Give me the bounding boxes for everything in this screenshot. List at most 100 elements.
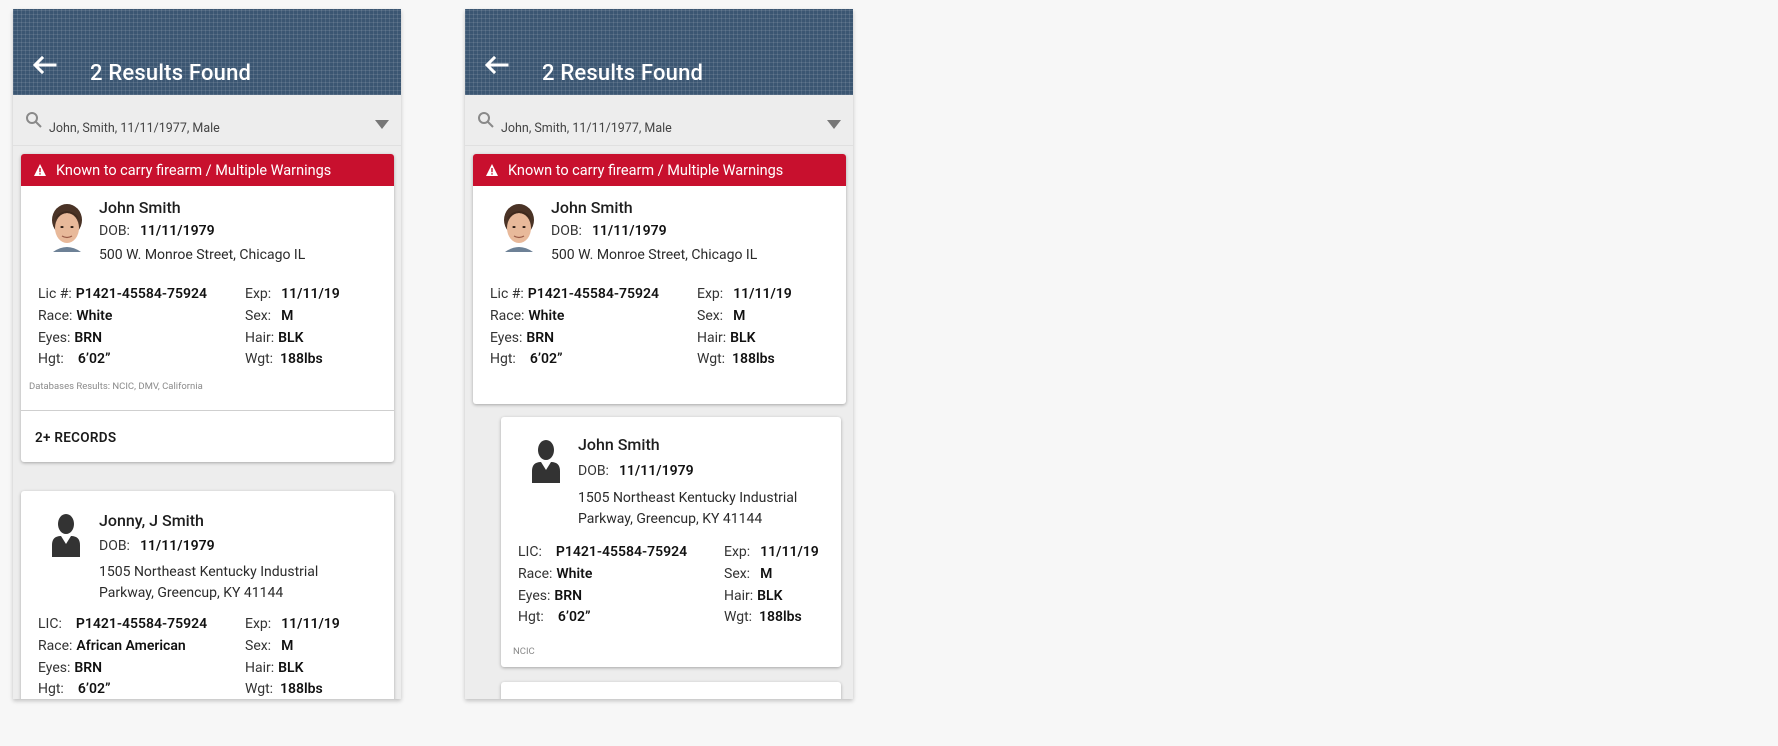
height-value: 6’02” — [77, 351, 111, 367]
search-query[interactable]: John, Smith, 11/11/1977, Male — [501, 121, 672, 136]
license-value: P1421-45584-75924 — [555, 544, 688, 560]
exp-value: 11/11/19 — [760, 544, 819, 560]
height-label: Hgt: — [490, 351, 516, 367]
weight-field: Wgt: 188lbs — [245, 681, 323, 697]
sex-field: Sex: M — [724, 566, 772, 582]
race-field: Race: White — [490, 308, 564, 324]
eyes-label: Eyes: — [490, 330, 523, 346]
exp-label: Exp: — [245, 286, 272, 302]
chevron-down-icon[interactable] — [375, 120, 389, 129]
weight-value: 188lbs — [280, 351, 323, 367]
sex-field: Sex: M — [697, 308, 745, 324]
sex-value: M — [281, 638, 294, 654]
hair-value: BLK — [757, 588, 783, 604]
person-photo-avatar — [499, 202, 539, 252]
details-grid: Lic #: P1421-45584-75924 Exp: 11/11/19 Rac… — [38, 286, 378, 376]
phone-screen-right: 2 Results Found John, Smith, 11/11/1977,… — [465, 9, 853, 699]
search-bar[interactable]: John, Smith, 11/11/1977, Male — [13, 95, 401, 146]
back-arrow-icon[interactable] — [31, 55, 57, 75]
race-value: White — [556, 566, 593, 582]
search-query[interactable]: John, Smith, 11/11/1977, Male — [49, 121, 220, 136]
eyes-value: BRN — [74, 330, 103, 346]
height-value: 6’02” — [557, 609, 591, 625]
chevron-down-icon[interactable] — [827, 120, 841, 129]
race-label: Race: — [490, 308, 525, 324]
address: 1505 Northeast Kentucky Industrial Parkw… — [578, 488, 797, 530]
exp-value: 11/11/19 — [733, 286, 792, 302]
hair-label: Hair: — [724, 588, 754, 604]
person-silhouette-icon — [529, 439, 563, 483]
result-card[interactable]: Jonny, J Smith DOB: 11/11/1979 1505 North… — [21, 491, 394, 699]
result-card[interactable]: Known to carry firearm / Multiple Warnin… — [473, 154, 846, 404]
sex-label: Sex: — [245, 638, 272, 654]
race-field: Race: White — [518, 566, 592, 582]
license-field: LIC: P1421-45584-75924 — [518, 544, 687, 560]
warning-text: Known to carry firearm / Multiple Warnin… — [508, 161, 784, 179]
dob-value: 11/11/1979 — [139, 223, 215, 239]
height-value: 6’02” — [529, 351, 563, 367]
result-card-nested[interactable]: John Smith DOB: 11/11/1979 1505 Northeast… — [501, 417, 841, 667]
race-label: Race: — [38, 638, 73, 654]
license-label: Lic #: — [38, 286, 72, 302]
exp-field: Exp: 11/11/19 — [724, 544, 819, 560]
search-bar[interactable]: John, Smith, 11/11/1977, Male — [465, 95, 853, 146]
hair-field: Hair: BLK — [724, 588, 782, 604]
eyes-field: Eyes: BRN — [38, 330, 102, 346]
exp-field: Exp: 11/11/19 — [697, 286, 792, 302]
exp-value: 11/11/19 — [281, 286, 340, 302]
details-grid: LIC: P1421-45584-75924 Exp: 11/11/19 Race:… — [518, 544, 828, 634]
address-line1: 1505 Northeast Kentucky Industrial — [578, 490, 798, 506]
sex-label: Sex: — [724, 566, 751, 582]
eyes-value: BRN — [74, 660, 103, 676]
license-label: LIC: — [38, 616, 62, 632]
back-arrow-icon[interactable] — [483, 55, 509, 75]
hair-field: Hair: BLK — [697, 330, 755, 346]
result-card-peek[interactable] — [501, 682, 841, 699]
hair-field: Hair: BLK — [245, 330, 303, 346]
license-label: LIC: — [518, 544, 542, 560]
weight-value: 188lbs — [759, 609, 802, 625]
weight-label: Wgt: — [697, 351, 726, 367]
page-title: 2 Results Found — [90, 61, 252, 86]
person-name: John Smith — [551, 198, 633, 217]
weight-label: Wgt: — [245, 681, 274, 697]
eyes-field: Eyes: BRN — [518, 588, 582, 604]
dob-label: DOB: — [99, 223, 130, 239]
warning-banner: Known to carry firearm / Multiple Warnin… — [21, 154, 394, 186]
page-title: 2 Results Found — [542, 61, 704, 86]
sex-value: M — [281, 308, 294, 324]
hair-label: Hair: — [245, 330, 275, 346]
eyes-label: Eyes: — [38, 660, 71, 676]
height-label: Hgt: — [38, 351, 64, 367]
warning-banner: Known to carry firearm / Multiple Warnin… — [473, 154, 846, 186]
source-label: NCIC — [513, 646, 535, 657]
address-line1: 1505 Northeast Kentucky Industrial — [99, 564, 319, 580]
race-label: Race: — [38, 308, 73, 324]
exp-label: Exp: — [697, 286, 724, 302]
exp-label: Exp: — [245, 616, 272, 632]
warning-icon — [33, 163, 47, 177]
eyes-value: BRN — [554, 588, 583, 604]
sex-value: M — [760, 566, 773, 582]
person-silhouette-icon — [49, 513, 83, 557]
result-card[interactable]: Known to carry firearm / Multiple Warnin… — [21, 154, 394, 462]
person-name: John Smith — [99, 198, 181, 217]
race-field: Race: White — [38, 308, 112, 324]
dob-label: DOB: — [551, 223, 582, 239]
hair-value: BLK — [278, 660, 304, 676]
height-field: Hgt: 6’02” — [38, 351, 110, 367]
height-field: Hgt: 6’02” — [38, 681, 110, 697]
person-name: Jonny, J Smith — [99, 511, 204, 530]
weight-field: Wgt: 188lbs — [697, 351, 775, 367]
race-field: Race: African American — [38, 638, 186, 654]
weight-value: 188lbs — [732, 351, 775, 367]
records-button[interactable]: 2+ RECORDS — [35, 430, 116, 446]
search-icon — [477, 111, 495, 129]
eyes-value: BRN — [526, 330, 555, 346]
hair-label: Hair: — [245, 660, 275, 676]
address-line2: Parkway, Greencup, KY 41144 — [578, 511, 763, 527]
exp-label: Exp: — [724, 544, 751, 560]
license-field: Lic #: P1421-45584-75924 — [490, 286, 659, 302]
hair-value: BLK — [730, 330, 756, 346]
address: 1505 Northeast Kentucky Industrial Parkw… — [99, 562, 318, 604]
